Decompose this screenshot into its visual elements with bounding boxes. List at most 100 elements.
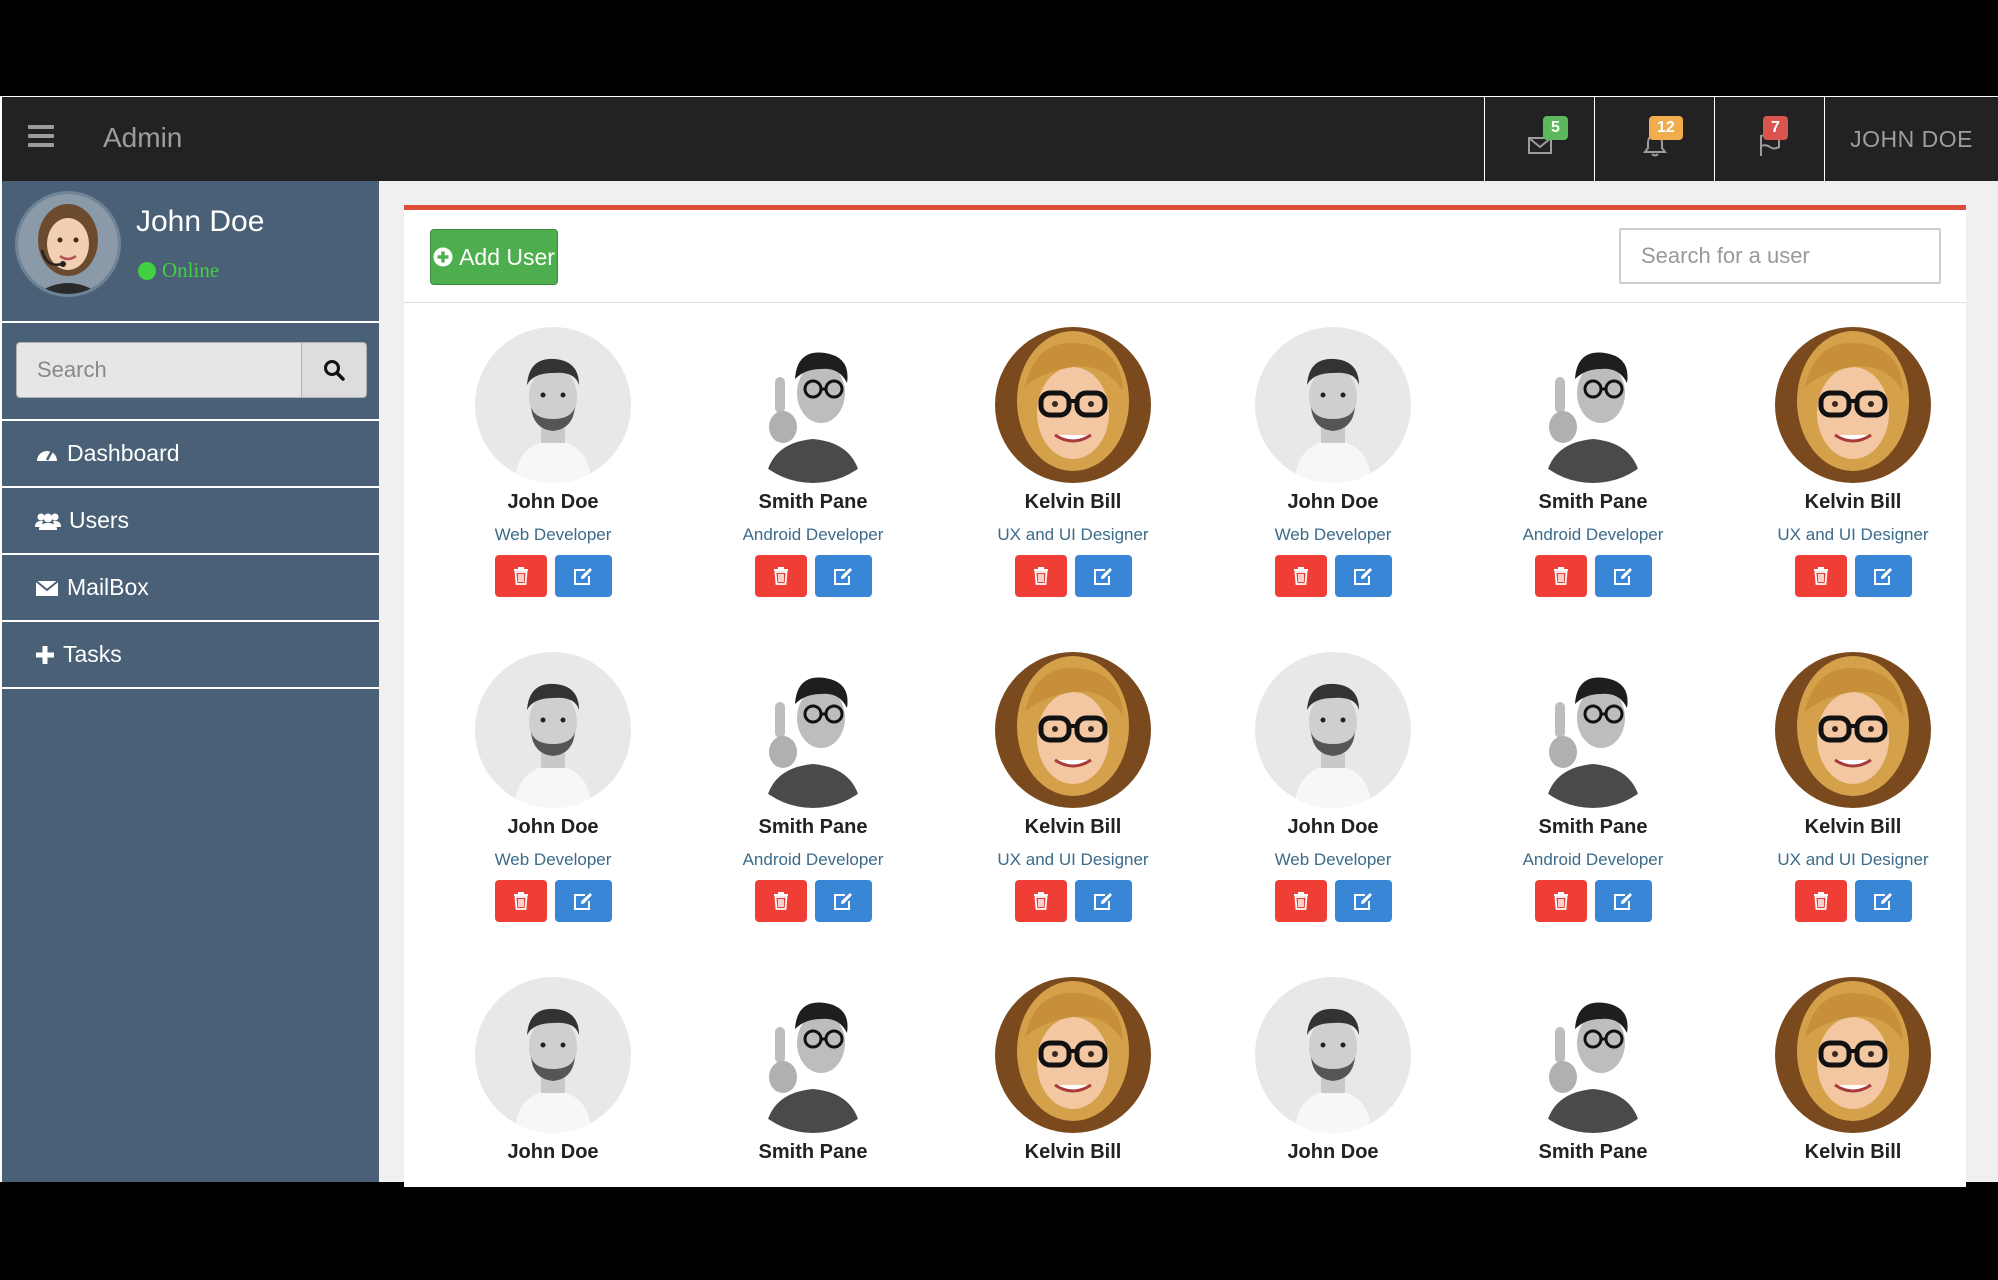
- delete-user-button[interactable]: [1794, 880, 1847, 922]
- status-label: Online: [162, 258, 220, 282]
- sidebar-search-input[interactable]: Search: [16, 342, 302, 398]
- user-avatar: [1775, 327, 1931, 483]
- user-role: Android Developer: [1522, 525, 1664, 544]
- delete-user-button[interactable]: [754, 555, 807, 597]
- user-avatar: [1515, 327, 1671, 483]
- user-role: UX and UI Designer: [997, 525, 1149, 544]
- user-avatar: [475, 327, 631, 483]
- edit-user-button[interactable]: [814, 555, 872, 597]
- user-role: Android Developer: [1522, 850, 1664, 869]
- flags-badge: 7: [1763, 116, 1788, 140]
- user-actions: [1203, 555, 1463, 597]
- delete-user-button[interactable]: [1794, 555, 1847, 597]
- tasks-flag-button[interactable]: 7: [1714, 97, 1824, 181]
- user-name: Smith Pane: [1538, 1141, 1648, 1163]
- user-role: Web Developer: [1274, 525, 1392, 544]
- edit-user-button[interactable]: [1854, 555, 1912, 597]
- user-card: Smith Pane Android Developer: [1463, 652, 1723, 922]
- user-name: Kelvin Bill: [1804, 491, 1902, 513]
- plus-circle-icon: [433, 247, 453, 267]
- user-actions: [423, 880, 683, 922]
- online-dot-icon: [138, 261, 156, 280]
- user-avatar: [995, 652, 1151, 808]
- edit-user-button[interactable]: [1334, 880, 1392, 922]
- sidebar-item-label: Tasks: [63, 641, 122, 667]
- delete-user-button[interactable]: [1014, 555, 1067, 597]
- messages-badge: 5: [1543, 116, 1568, 140]
- messages-button[interactable]: 5: [1484, 97, 1594, 181]
- user-name: Kelvin Bill: [1024, 816, 1122, 838]
- trash-icon: [773, 567, 789, 585]
- sidebar-item-dashboard[interactable]: Dashboard: [2, 421, 379, 488]
- add-user-button[interactable]: Add User: [430, 229, 558, 285]
- delete-user-button[interactable]: [1534, 880, 1587, 922]
- sidebar-item-label: Users: [69, 507, 130, 533]
- sidebar-item-mailbox[interactable]: MailBox: [2, 555, 379, 622]
- user-card: Smith Pane Android Developer: [1463, 327, 1723, 597]
- user-name: John Doe: [1287, 816, 1379, 838]
- edit-icon: [573, 892, 593, 910]
- trash-icon: [1293, 567, 1309, 585]
- user-name: Smith Pane: [758, 1141, 868, 1163]
- user-name: Smith Pane: [758, 491, 868, 513]
- edit-user-button[interactable]: [1074, 555, 1132, 597]
- delete-user-button[interactable]: [1274, 555, 1327, 597]
- user-avatar: [1515, 977, 1671, 1133]
- user-avatar: [1515, 652, 1671, 808]
- plus-icon: [36, 645, 54, 664]
- user-name: Smith Pane: [758, 816, 868, 838]
- delete-user-button[interactable]: [1534, 555, 1587, 597]
- user-card: Smith Pane Android Developer: [683, 652, 943, 922]
- user-card: John Doe Web Developer: [1203, 327, 1463, 597]
- user-name: John Doe: [1287, 1141, 1379, 1163]
- user-avatar: [1255, 327, 1411, 483]
- notifications-button[interactable]: 12: [1594, 97, 1714, 181]
- user-actions: [943, 880, 1203, 922]
- search-icon: [324, 360, 345, 381]
- user-card: John Doe: [1203, 977, 1463, 1165]
- sidebar-menu: Dashboard Users MailBox Tasks: [2, 419, 379, 689]
- user-avatar: [735, 327, 891, 483]
- sidebar-item-tasks[interactable]: Tasks: [2, 622, 379, 689]
- edit-user-button[interactable]: [1074, 880, 1132, 922]
- user-card: Kelvin Bill UX and UI Designer: [943, 327, 1203, 597]
- user-role: Web Developer: [494, 850, 612, 869]
- delete-user-button[interactable]: [1274, 880, 1327, 922]
- edit-user-button[interactable]: [1334, 555, 1392, 597]
- edit-user-button[interactable]: [814, 880, 872, 922]
- user-name: John Doe: [1287, 491, 1379, 513]
- sidebar-item-users[interactable]: Users: [2, 488, 379, 555]
- top-navbar: Admin 5 12 7 JOHN DOE: [0, 97, 1998, 181]
- user-menu[interactable]: JOHN DOE: [1824, 97, 1998, 181]
- delete-user-button[interactable]: [1014, 880, 1067, 922]
- user-actions: [1463, 555, 1723, 597]
- user-avatar: [995, 977, 1151, 1133]
- user-avatar: [475, 977, 631, 1133]
- sidebar-profile: John Doe Online: [2, 181, 379, 323]
- user-card: Kelvin Bill UX and UI Designer: [1723, 652, 1966, 922]
- delete-user-button[interactable]: [494, 880, 547, 922]
- user-card: Kelvin Bill: [943, 977, 1203, 1165]
- trash-icon: [773, 892, 789, 910]
- user-avatar: [1255, 977, 1411, 1133]
- trash-icon: [513, 567, 529, 585]
- add-user-label: Add User: [459, 243, 555, 270]
- hamburger-menu-icon[interactable]: [28, 125, 54, 151]
- sidebar-item-label: Dashboard: [67, 440, 180, 466]
- delete-user-button[interactable]: [494, 555, 547, 597]
- edit-user-button[interactable]: [1594, 880, 1652, 922]
- user-card: John Doe: [423, 977, 683, 1165]
- user-avatar: [735, 652, 891, 808]
- edit-user-button[interactable]: [1854, 880, 1912, 922]
- user-role: Web Developer: [494, 525, 612, 544]
- edit-user-button[interactable]: [554, 880, 612, 922]
- delete-user-button[interactable]: [754, 880, 807, 922]
- edit-user-button[interactable]: [554, 555, 612, 597]
- edit-user-button[interactable]: [1594, 555, 1652, 597]
- sidebar-search-button[interactable]: [302, 342, 367, 398]
- trash-icon: [1553, 892, 1569, 910]
- user-card: Kelvin Bill UX and UI Designer: [943, 652, 1203, 922]
- user-role: Android Developer: [742, 850, 884, 869]
- user-card: Smith Pane: [1463, 977, 1723, 1165]
- user-search-input[interactable]: Search for a user: [1619, 228, 1941, 284]
